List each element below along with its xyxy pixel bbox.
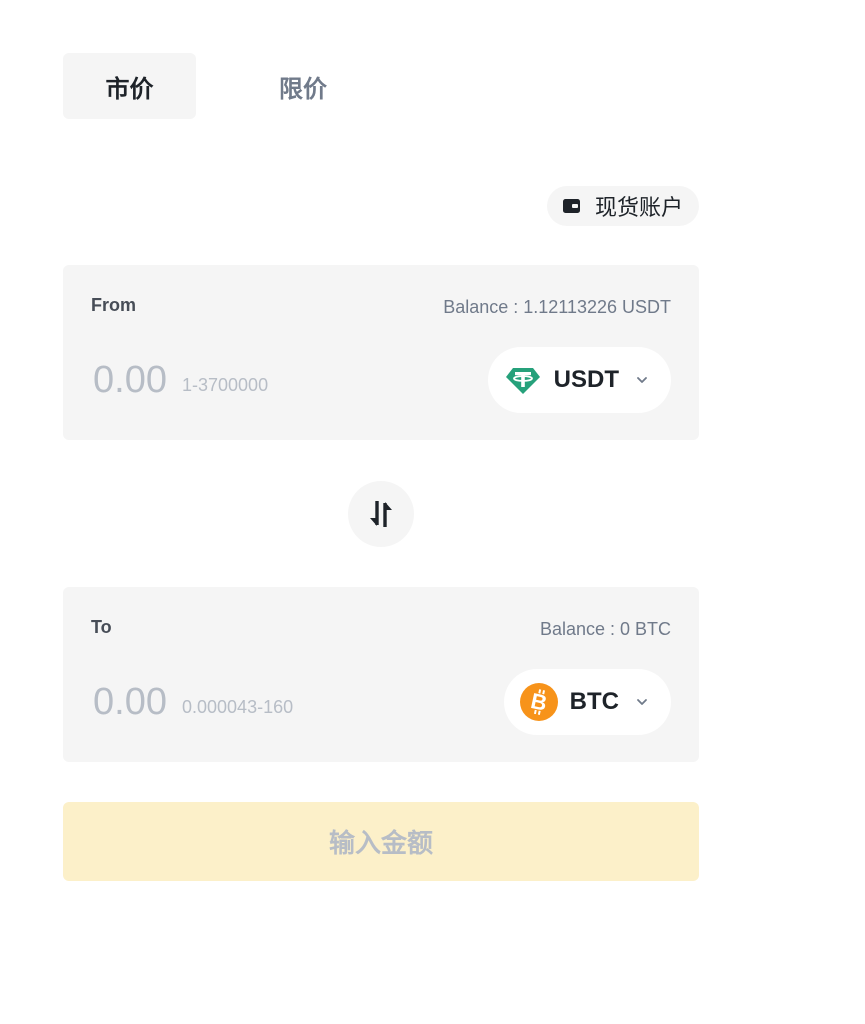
tether-icon	[505, 368, 540, 394]
tab-market[interactable]: 市价	[63, 53, 196, 119]
bitcoin-icon: B	[519, 683, 558, 721]
enter-amount-button[interactable]: 输入金额	[63, 802, 699, 881]
account-label: 现货账户	[594, 195, 683, 220]
swap-direction-button[interactable]	[348, 481, 414, 547]
to-coin-selector[interactable]: B BTC	[503, 669, 671, 735]
wallet-icon	[562, 199, 580, 213]
to-label: To	[91, 617, 112, 637]
to-coin-name: BTC	[569, 688, 619, 715]
chevron-down-icon	[637, 699, 647, 705]
spot-account-selector[interactable]: 现货账户	[546, 186, 699, 226]
to-panel: To Balance : 0 BTC 0.000043-160 B BTC	[63, 587, 699, 762]
from-balance: Balance : 1.12113226 USDT	[443, 297, 671, 317]
from-amount-range: 1-3700000	[182, 375, 269, 395]
from-coin-name: USDT	[553, 366, 619, 393]
swap-arrows-icon	[370, 501, 392, 527]
to-balance: Balance : 0 BTC	[539, 619, 671, 639]
from-amount-input[interactable]	[93, 355, 173, 405]
chevron-down-icon	[637, 377, 647, 383]
to-amount-range: 0.000043-160	[182, 697, 294, 717]
from-label: From	[91, 295, 136, 315]
from-coin-selector[interactable]: USDT	[487, 347, 671, 413]
from-panel: From Balance : 1.12113226 USDT 1-3700000…	[63, 265, 699, 440]
convert-page: 市价 限价 现货账户 From Balance : 1.12113226 USD…	[0, 0, 865, 1024]
tab-limit[interactable]: 限价	[201, 53, 401, 119]
to-amount-input[interactable]	[93, 677, 173, 727]
order-type-tabs: 市价 限价	[63, 53, 401, 119]
